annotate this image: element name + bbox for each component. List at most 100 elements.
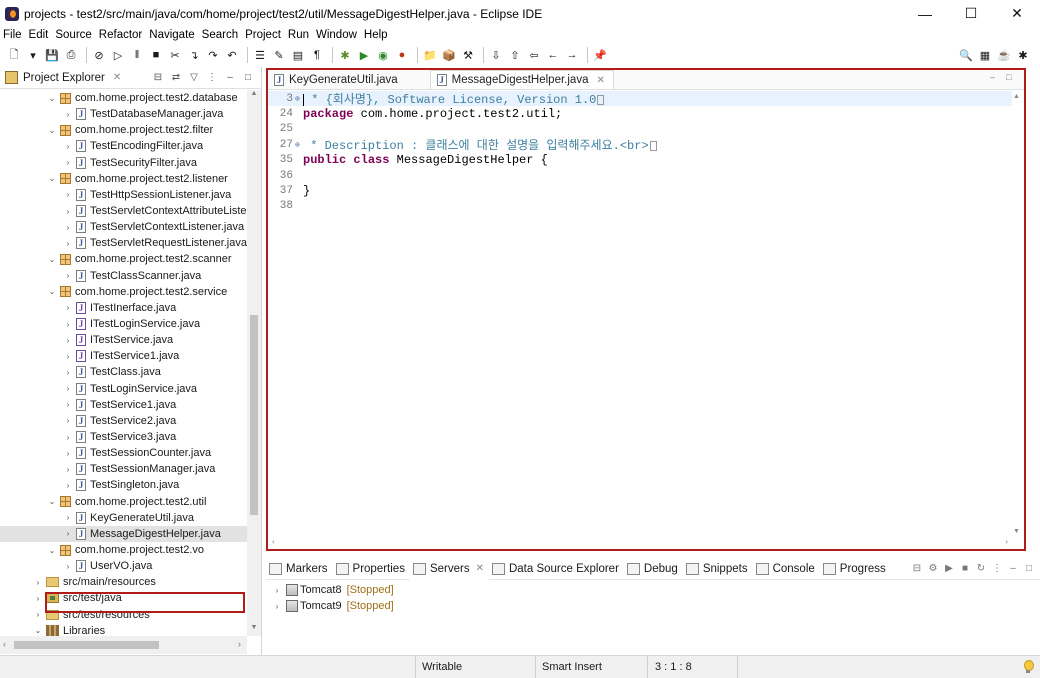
menu-navigate[interactable]: Navigate	[149, 29, 194, 41]
collapsed-chevron-icon[interactable]: ›	[272, 602, 282, 611]
tree-item[interactable]: › J TestSessionCounter.java	[0, 445, 247, 461]
minimize-icon[interactable]: ―	[902, 0, 948, 27]
external-tools-icon[interactable]: ●	[394, 47, 410, 63]
collapsed-chevron-icon[interactable]: ›	[63, 433, 73, 442]
tab-progress[interactable]: Progress	[820, 558, 891, 580]
collapsed-chevron-icon[interactable]: ›	[63, 207, 73, 216]
tree-item[interactable]: › J KeyGenerateUtil.java	[0, 510, 247, 526]
scroll-up-icon[interactable]: ▲	[1013, 93, 1020, 100]
expanded-chevron-icon[interactable]: ⌄	[47, 287, 57, 296]
tab-properties[interactable]: Properties	[333, 558, 410, 580]
menu-file[interactable]: File	[3, 29, 22, 41]
explorer-horizontal-scrollbar[interactable]: ‹ ›	[0, 636, 247, 654]
coverage-icon[interactable]: ◉	[375, 47, 391, 63]
tree-item[interactable]: › J TestEncodingFilter.java	[0, 138, 247, 154]
close-icon[interactable]: ✕	[596, 75, 604, 86]
tree-item[interactable]: › src/test/resources	[0, 607, 247, 623]
scrollbar-thumb[interactable]	[14, 641, 159, 649]
code-line[interactable]: 24 package com.home.project.test2.util;	[268, 106, 1012, 121]
minimize-view-icon[interactable]: ‒	[223, 71, 237, 85]
scroll-right-icon[interactable]: ›	[238, 639, 241, 649]
tree-item[interactable]: ⌄ Libraries	[0, 623, 247, 636]
expanded-chevron-icon[interactable]: ⌄	[47, 94, 57, 103]
collapsed-chevron-icon[interactable]: ›	[63, 400, 73, 409]
tree-item[interactable]: › J TestServletContextAttributeListe	[0, 203, 247, 219]
minimize-view-icon[interactable]: ‒	[1006, 562, 1020, 576]
expanded-chevron-icon[interactable]: ⌄	[47, 255, 57, 264]
new-icon[interactable]: 🗋	[6, 47, 22, 63]
new-package-icon[interactable]: 📦	[441, 47, 457, 63]
view-menu-icon[interactable]: ⋮	[990, 562, 1004, 576]
tree-item[interactable]: › J TestService3.java	[0, 429, 247, 445]
collapsed-chevron-icon[interactable]: ›	[33, 594, 43, 603]
code-line[interactable]: 25	[268, 122, 1012, 137]
search-icon[interactable]: 🔍	[958, 47, 974, 63]
tree-item[interactable]: ⌄ com.home.project.test2.service	[0, 284, 247, 300]
tree-item[interactable]: › J TestLoginService.java	[0, 381, 247, 397]
collapsed-chevron-icon[interactable]: ›	[63, 158, 73, 167]
folded-block-marker[interactable]	[597, 95, 605, 106]
dropdown-arrow-icon[interactable]: ▾	[25, 47, 41, 63]
code-line[interactable]: 3 ⊕ * {회사명}, Software License, Version 1.…	[268, 91, 1012, 107]
tip-bulb-icon[interactable]	[1022, 660, 1034, 674]
collapsed-chevron-icon[interactable]: ›	[63, 239, 73, 248]
save-icon[interactable]: 💾	[44, 47, 60, 63]
maximize-view-icon[interactable]: □	[1022, 562, 1036, 576]
close-icon[interactable]: ✕	[994, 0, 1040, 27]
new-java-project-icon[interactable]: 📁	[422, 47, 438, 63]
search-tool-icon[interactable]: ⚒	[460, 47, 476, 63]
scrollbar-thumb[interactable]	[250, 315, 258, 515]
tab-debug[interactable]: Debug	[624, 558, 683, 580]
tree-item[interactable]: ⌄ com.home.project.test2.vo	[0, 542, 247, 558]
editor-tab[interactable]: J KeyGenerateUtil.java	[268, 70, 430, 89]
expanded-chevron-icon[interactable]: ⌄	[47, 174, 57, 183]
tree-item[interactable]: › src/main/resources	[0, 574, 247, 590]
tab-servers[interactable]: Servers ✕	[409, 557, 489, 580]
collapsed-chevron-icon[interactable]: ›	[63, 110, 73, 119]
tab-project-explorer[interactable]: Project Explorer ✕	[0, 67, 127, 89]
expanded-chevron-icon[interactable]: ⌄	[47, 126, 57, 135]
tree-item[interactable]: › J TestServletContextListener.java	[0, 219, 247, 235]
pin-editor-icon[interactable]: 📌	[592, 47, 608, 63]
terminate-icon[interactable]: ■	[148, 47, 164, 63]
menu-edit[interactable]: Edit	[29, 29, 49, 41]
expanded-chevron-icon[interactable]: ⌄	[33, 626, 43, 635]
server-item[interactable]: › Tomcat8 [Stopped]	[266, 582, 1040, 598]
tree-item[interactable]: › J TestHttpSessionListener.java	[0, 187, 247, 203]
tree-item[interactable]: › J ITestService1.java	[0, 348, 247, 364]
tree-item[interactable]: › J TestSessionManager.java	[0, 461, 247, 477]
tree-item[interactable]: › J TestServletRequestListener.java	[0, 235, 247, 251]
start-server-icon[interactable]: ⚙	[926, 562, 940, 576]
maximize-editor-icon[interactable]: □	[1006, 72, 1018, 82]
menu-help[interactable]: Help	[364, 29, 388, 41]
explorer-vertical-scrollbar[interactable]: ▲ ▼	[247, 90, 261, 636]
start-icon[interactable]: ▶	[942, 562, 956, 576]
editor-vertical-scrollbar[interactable]: ▲ ▼	[1010, 91, 1024, 537]
close-icon[interactable]: ✕	[476, 563, 484, 574]
collapse-icon[interactable]: ⊟	[910, 562, 924, 576]
code-line[interactable]: 36	[268, 168, 1012, 183]
print-icon[interactable]: ⎙	[63, 47, 79, 63]
tree-item[interactable]: › J ITestInerface.java	[0, 300, 247, 316]
menu-project[interactable]: Project	[245, 29, 281, 41]
maximize-icon[interactable]: ☐	[948, 0, 994, 27]
editor-horizontal-scrollbar[interactable]: ‹ ›	[268, 535, 1012, 549]
collapsed-chevron-icon[interactable]: ›	[63, 190, 73, 199]
whitespace-icon[interactable]: ¶	[309, 47, 325, 63]
previous-annotation-icon[interactable]: ⇧	[507, 47, 523, 63]
collapsed-chevron-icon[interactable]: ›	[63, 336, 73, 345]
tree-item[interactable]: › src/test/java	[0, 590, 247, 606]
collapsed-chevron-icon[interactable]: ›	[63, 513, 73, 522]
minimize-editor-icon[interactable]: ‒	[990, 72, 1002, 82]
scroll-left-icon[interactable]: ‹	[272, 537, 275, 546]
code-line[interactable]: 38	[268, 199, 1012, 214]
code-line[interactable]: 37}	[268, 183, 1012, 198]
filter-icon[interactable]: ▽	[187, 71, 201, 85]
scroll-down-icon[interactable]: ▼	[247, 624, 261, 636]
tab-data-source-explorer[interactable]: Data Source Explorer	[489, 558, 624, 580]
collapsed-chevron-icon[interactable]: ›	[63, 142, 73, 151]
collapsed-chevron-icon[interactable]: ›	[63, 320, 73, 329]
maximize-view-icon[interactable]: □	[241, 71, 255, 85]
tree-item[interactable]: › J TestSingleton.java	[0, 477, 247, 493]
scroll-right-icon[interactable]: ›	[1005, 537, 1008, 546]
